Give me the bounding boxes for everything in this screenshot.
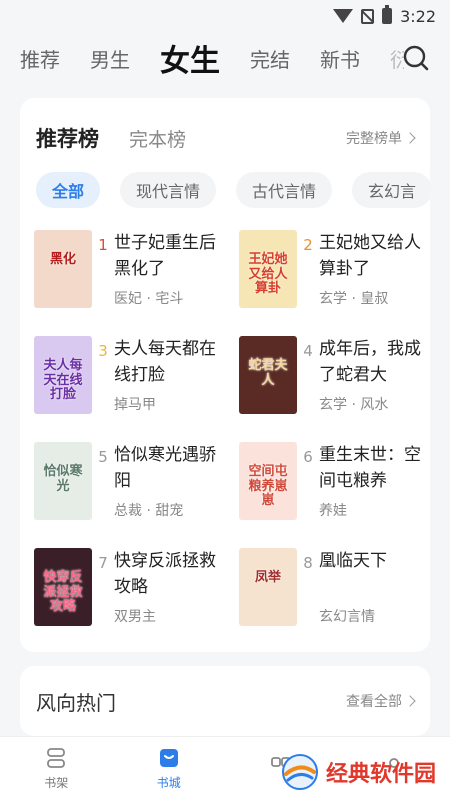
book-rank-number: 8: [303, 554, 313, 572]
book-item[interactable]: 凤举 8 凰临天下玄幻言情: [239, 548, 430, 626]
book-cover[interactable]: 王妃她又给人算卦: [239, 230, 297, 308]
book-item[interactable]: 夫人每天在线打脸 3 夫人每天都在线打脸掉马甲: [34, 336, 239, 414]
book-title[interactable]: 快穿反派拯救攻略: [114, 548, 232, 600]
book-tags: 双男主: [114, 609, 156, 625]
book-cover-title: 王妃她又给人算卦: [248, 252, 288, 296]
book-rank-number: 1: [98, 236, 108, 254]
status-bar: 3:22: [0, 0, 450, 32]
tab-recommend[interactable]: 推荐: [20, 44, 60, 73]
wifi-icon: [333, 9, 354, 23]
chip-all[interactable]: 全部: [36, 172, 101, 208]
bottom-tab-bookstore[interactable]: 书城: [113, 737, 226, 800]
book-cover[interactable]: 蛇君夫人: [239, 336, 297, 414]
book-title[interactable]: 世子妃重生后黑化了: [114, 230, 232, 282]
watermark: 经典软件园: [280, 752, 436, 792]
book-title[interactable]: 夫人每天都在线打脸: [114, 336, 232, 388]
ranking-card-header: 推荐榜 完本榜 完整榜单: [20, 120, 430, 156]
book-title[interactable]: 恰似寒光遇骄阳: [114, 442, 232, 494]
category-chips: 全部 现代言情 古代言情 玄幻言: [20, 172, 430, 208]
book-cover[interactable]: 空间屯粮养崽崽: [239, 442, 297, 520]
view-all-link[interactable]: 查看全部: [346, 691, 416, 711]
chip-modern-romance[interactable]: 现代言情: [120, 172, 217, 208]
full-rank-link[interactable]: 完整榜单: [346, 128, 416, 148]
chip-fantasy-romance[interactable]: 玄幻言: [352, 172, 430, 208]
book-cover-title: 夫人每天在线打脸: [43, 358, 83, 402]
tab-recommend-rank[interactable]: 推荐榜: [36, 123, 99, 153]
book-info: 恰似寒光遇骄阳总裁 · 甜宠: [114, 442, 232, 520]
book-tags: 掉马甲: [114, 397, 156, 413]
tab-female[interactable]: 女生: [160, 36, 220, 80]
search-icon[interactable]: [402, 44, 430, 72]
bottom-tab-bookstore-label: 书城: [156, 776, 181, 790]
book-title[interactable]: 重生末世：空间屯粮养: [319, 442, 430, 494]
book-cover-title: 蛇君夫人: [248, 358, 288, 388]
chevron-right-icon: [404, 695, 416, 707]
full-rank-label: 完整榜单: [346, 131, 402, 147]
book-cover[interactable]: 快穿反派拯救攻略: [34, 548, 92, 626]
trend-card-header: 风向热门 查看全部: [20, 666, 430, 736]
bottom-tab-bookshelf[interactable]: 书架: [0, 737, 113, 800]
book-rank-number: 3: [98, 342, 108, 360]
book-info: 快穿反派拯救攻略双男主: [114, 548, 232, 626]
book-tags: 养娃: [319, 503, 347, 519]
watermark-text: 经典软件园: [325, 762, 436, 787]
book-title[interactable]: 成年后，我成了蛇君大: [319, 336, 430, 388]
book-item[interactable]: 王妃她又给人算卦 2 王妃她又给人算卦了玄学 · 皇叔: [239, 230, 430, 308]
book-rank-number: 2: [303, 236, 313, 254]
book-rank-number: 7: [98, 554, 108, 572]
book-cover-title: 凤举: [254, 570, 281, 586]
ranking-card: 推荐榜 完本榜 完整榜单 全部 现代言情 古代言情 玄幻言 黑化 1 世子妃重生后黑…: [20, 98, 430, 652]
bottom-tab-bookshelf-label: 书架: [44, 776, 69, 790]
tab-finished-rank[interactable]: 完本榜: [129, 125, 186, 152]
book-rank-list: 黑化 1 世子妃重生后黑化了 医妃 · 宅斗 王妃她又给人算卦 2 王妃她又给人算卦了 玄学 …: [20, 230, 430, 626]
book-cover[interactable]: 凤举: [239, 548, 297, 626]
trend-card: 风向热门 查看全部: [20, 666, 430, 736]
bookshelf-icon: [47, 748, 66, 768]
book-cover[interactable]: 夫人每天在线打脸: [34, 336, 92, 414]
book-item[interactable]: 黑化 1 世子妃重生后黑化了医妃 · 宅斗: [34, 230, 239, 308]
book-info: 凰临天下 玄幻言情: [319, 548, 430, 626]
top-nav: 推荐 男生 女生 完结 新书 衍: [0, 32, 450, 84]
book-item[interactable]: 蛇君夫人 4 成年后，我成了蛇君大玄学 · 风水: [239, 336, 430, 414]
no-sim-icon: [361, 8, 375, 24]
book-rank-number: 6: [303, 448, 313, 466]
book-cover-title: 黑化: [49, 252, 76, 268]
book-info: 王妃她又给人算卦了玄学 · 皇叔: [319, 230, 430, 308]
book-title[interactable]: 王妃她又给人算卦了: [319, 230, 430, 282]
tab-finished[interactable]: 完结: [250, 44, 290, 73]
book-info: 重生末世：空间屯粮养养娃: [319, 442, 430, 520]
book-tags: 医妃 · 宅斗: [114, 291, 184, 307]
book-tags: 总裁 · 甜宠: [114, 503, 184, 519]
view-all-label: 查看全部: [346, 694, 402, 710]
battery-icon: [382, 5, 393, 24]
book-cover[interactable]: 黑化: [34, 230, 92, 308]
book-tags: 玄学 · 皇叔: [319, 291, 389, 307]
book-cover[interactable]: 恰似寒光: [34, 442, 92, 520]
book-rank-number: 5: [98, 448, 108, 466]
book-cover-title: 快穿反派拯救攻略: [43, 570, 83, 614]
book-cover-title: 空间屯粮养崽崽: [248, 464, 288, 508]
book-tags: 玄学 · 风水: [319, 397, 389, 413]
bookstore-icon: [159, 749, 178, 767]
book-tags: 玄幻言情: [319, 609, 375, 625]
chip-ancient-romance[interactable]: 古代言情: [236, 172, 333, 208]
status-time: 3:22: [400, 6, 436, 26]
book-item[interactable]: 快穿反派拯救攻略 7 快穿反派拯救攻略双男主: [34, 548, 239, 626]
trend-title: 风向热门: [36, 690, 116, 715]
book-item[interactable]: 恰似寒光 5 恰似寒光遇骄阳总裁 · 甜宠: [34, 442, 239, 520]
book-item[interactable]: 空间屯粮养崽崽 6 重生末世：空间屯粮养养娃: [239, 442, 430, 520]
book-cover-title: 恰似寒光: [43, 464, 83, 494]
book-title[interactable]: 凰临天下: [319, 548, 430, 600]
book-info: 世子妃重生后黑化了医妃 · 宅斗: [114, 230, 232, 308]
chevron-right-icon: [404, 132, 416, 144]
book-rank-number: 4: [303, 342, 313, 360]
book-info: 夫人每天都在线打脸掉马甲: [114, 336, 232, 414]
book-info: 成年后，我成了蛇君大玄学 · 风水: [319, 336, 430, 414]
watermark-logo-icon: [281, 754, 318, 790]
tab-male[interactable]: 男生: [90, 44, 130, 73]
tab-new[interactable]: 新书: [320, 44, 360, 73]
